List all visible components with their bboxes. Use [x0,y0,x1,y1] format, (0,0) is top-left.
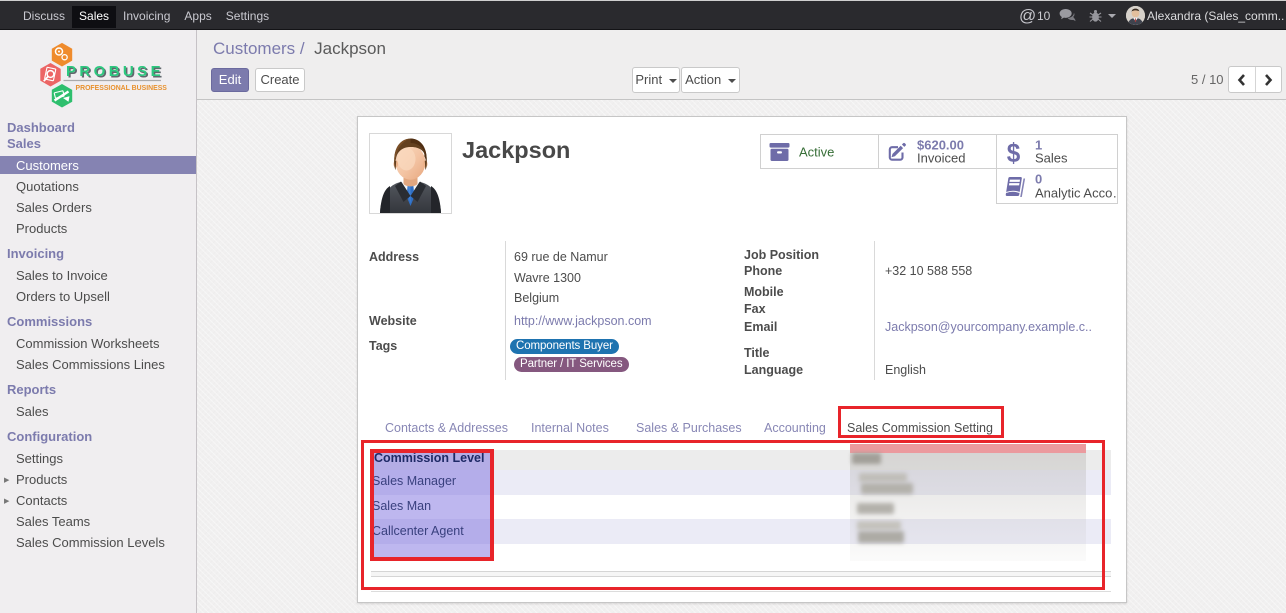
svg-text:PROFESSIONAL BUSINESS: PROFESSIONAL BUSINESS [76,85,168,92]
svg-text:PROBUSE: PROBUSE [66,63,164,80]
